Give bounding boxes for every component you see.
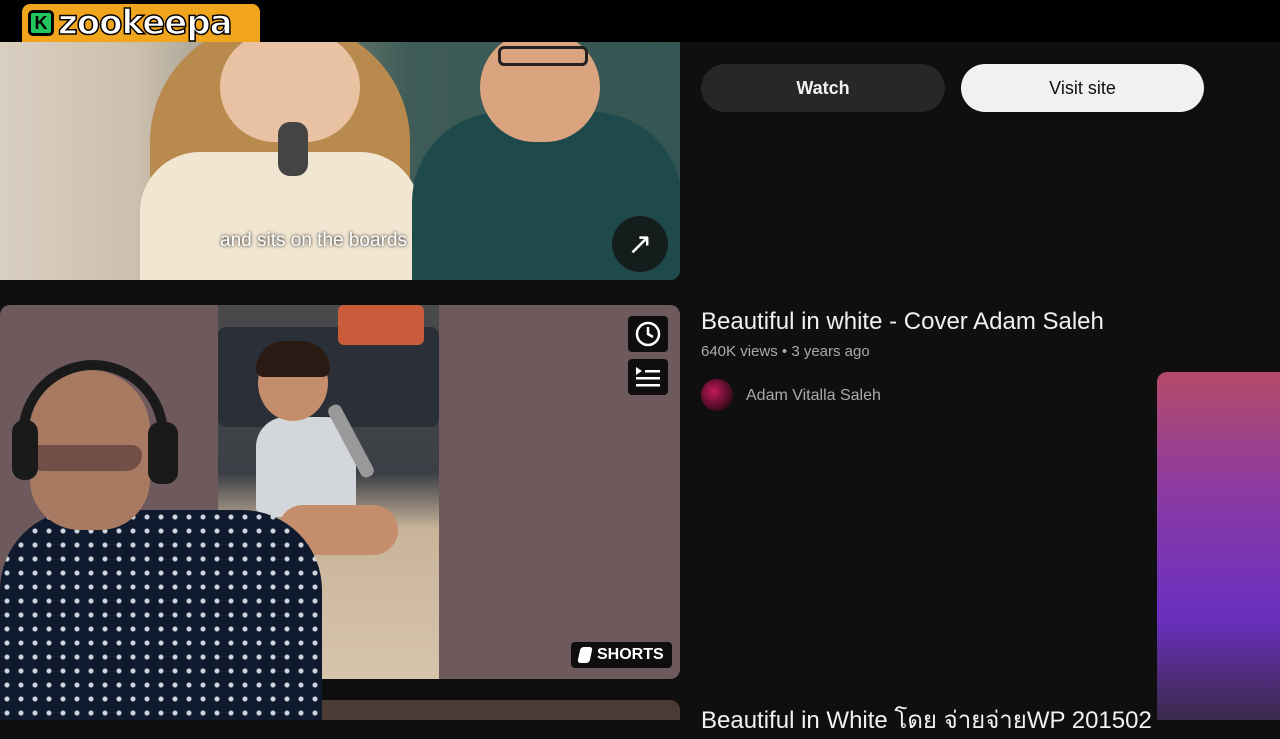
video-caption: and sits on the boards — [220, 230, 407, 251]
video-thumbnail-1[interactable]: and sits on the boards ↗ — [0, 42, 680, 280]
shorts-icon — [577, 647, 593, 663]
video-metadata: 640K views • 3 years ago — [701, 343, 870, 360]
webcam-shirt — [0, 510, 322, 720]
glasses — [498, 46, 588, 66]
watch-button[interactable]: Watch — [701, 64, 945, 112]
view-count: 640K views — [701, 343, 778, 360]
arrow-up-right-icon[interactable]: ↗ — [612, 216, 668, 272]
webcam-overlay — [0, 350, 322, 720]
headphone-cup-right — [148, 422, 178, 484]
top-bar: K zookeepa — [0, 0, 1280, 44]
visit-site-button[interactable]: Visit site — [961, 64, 1204, 112]
add-to-queue-icon[interactable] — [628, 359, 668, 395]
meta-separator: • — [781, 343, 788, 360]
channel-name[interactable]: Adam Vitalla Saleh — [746, 387, 881, 405]
shorts-label: SHORTS — [597, 646, 664, 663]
video-title[interactable]: Beautiful in white - Cover Adam Saleh — [701, 308, 1104, 336]
logo-text: zookeepa — [57, 2, 233, 44]
upload-age: 3 years ago — [791, 343, 870, 360]
clock-icon[interactable] — [628, 316, 668, 352]
logo-badge: K — [28, 10, 54, 36]
channel-avatar[interactable] — [701, 379, 733, 411]
shorts-badge: SHORTS — [571, 642, 672, 668]
headphone-cup-left — [12, 420, 38, 480]
microphone — [278, 122, 308, 176]
side-video-thumbnail[interactable] — [1157, 372, 1280, 720]
zookeepa-logo: K zookeepa — [22, 2, 260, 44]
video-thumbnail-3[interactable] — [300, 700, 680, 720]
headphones-icon — [18, 360, 168, 470]
pillow — [338, 305, 424, 345]
